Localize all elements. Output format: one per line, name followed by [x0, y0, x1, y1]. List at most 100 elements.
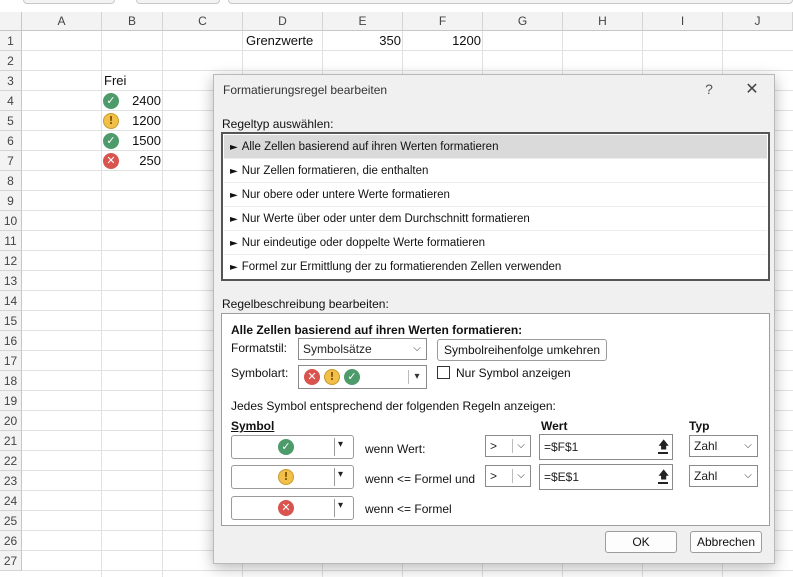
row-header[interactable]: 1 [0, 31, 22, 51]
collapse-dialog-icon[interactable]: 🡅 [658, 467, 669, 484]
ruletype-item[interactable]: ► Nur eindeutige oder doppelte Werte form… [224, 231, 767, 255]
column-header[interactable]: F [403, 12, 483, 31]
rule-symbol-select[interactable]: ! ▾ [231, 465, 354, 489]
column-header[interactable]: G [483, 12, 563, 31]
desc-heading: Alle Zellen basierend auf ihren Werten f… [231, 323, 523, 337]
divider [334, 438, 335, 456]
check-icon: ✓ [278, 439, 294, 455]
collapse-dialog-icon[interactable]: 🡅 [658, 437, 669, 454]
ribbon-tab-stub[interactable] [228, 0, 793, 4]
ruletype-label-text: Nur Werte über oder unter dem Durchschni… [241, 213, 530, 225]
ruletype-item[interactable]: ► Alle Zellen basierend auf ihren Werten … [224, 135, 767, 159]
rule-symbol-select[interactable]: ✕ ▾ [231, 496, 354, 520]
row-header[interactable]: 21 [0, 431, 22, 451]
cell-b5[interactable]: 1200 [122, 111, 161, 131]
rule-type-value: Zahl [694, 439, 718, 453]
rule-value-input[interactable]: =$E$1 🡅 [539, 464, 673, 490]
row-header[interactable]: 18 [0, 371, 22, 391]
rule-operator-select[interactable]: > ⌵ [485, 435, 531, 457]
row-header[interactable]: 25 [0, 511, 22, 531]
row-header[interactable]: 12 [0, 251, 22, 271]
ok-button[interactable]: OK [605, 531, 677, 553]
rule-symbol-select[interactable]: ✓ ▾ [231, 435, 354, 459]
column-header[interactable]: B [102, 12, 163, 31]
row-header[interactable]: 7 [0, 151, 22, 171]
cross-icon: ✕ [304, 369, 320, 385]
rule-condition: wenn <= Formel [365, 502, 452, 516]
ribbon-tab-stub[interactable] [23, 0, 115, 4]
rule-type-value: Zahl [694, 469, 718, 483]
row-header[interactable]: 9 [0, 191, 22, 211]
arrow-right-icon: ► [230, 238, 238, 249]
row-header[interactable]: 8 [0, 171, 22, 191]
col-typ-header: Typ [689, 419, 710, 433]
ruletype-item[interactable]: ► Nur Zellen formatieren, die enthalten [224, 159, 767, 183]
chevron-down-icon: ⌵ [744, 470, 752, 481]
row-header[interactable]: 22 [0, 451, 22, 471]
row-header[interactable]: 17 [0, 351, 22, 371]
exclamation-icon: ! [324, 369, 340, 385]
check-icon: ✓ [344, 369, 360, 385]
cell-b4[interactable]: 2400 [122, 91, 161, 111]
reverse-order-button[interactable]: Symbolreihenfolge umkehren [437, 339, 607, 361]
col-symbol-header: Symbol [231, 419, 275, 433]
row-header[interactable]: 20 [0, 411, 22, 431]
row-header[interactable]: 4 [0, 91, 22, 111]
arrow-right-icon: ► [230, 142, 238, 153]
help-icon[interactable]: ? [701, 81, 717, 97]
row-header[interactable]: 23 [0, 471, 22, 491]
row-header[interactable]: 3 [0, 71, 22, 91]
ruletype-item[interactable]: ► Nur obere oder untere Werte formatieren [224, 183, 767, 207]
column-header[interactable]: E [323, 12, 403, 31]
symbolart-select[interactable]: ✕ ! ✓ ▾ [298, 365, 427, 389]
row-header[interactable]: 11 [0, 231, 22, 251]
chevron-down-icon: ⌵ [517, 470, 525, 481]
cell-b3[interactable]: Frei [104, 71, 126, 91]
dialog-title: Formatierungsregel bearbeiten [223, 83, 388, 97]
ruletype-item[interactable]: ► Formel zur Ermittlung der zu formatiere… [224, 255, 767, 279]
cell-f1[interactable]: 1200 [403, 31, 481, 51]
cell-e1[interactable]: 350 [323, 31, 401, 51]
gridline [22, 70, 793, 71]
close-icon[interactable]: ✕ [742, 79, 762, 98]
rule-value-input[interactable]: =$F$1 🡅 [539, 434, 673, 460]
ruletype-label: Regeltyp auswählen: [222, 117, 334, 131]
rule-operator-select[interactable]: > ⌵ [485, 465, 531, 487]
only-symbol-label: Nur Symbol anzeigen [456, 366, 571, 380]
column-header[interactable]: H [563, 12, 643, 31]
row-header[interactable]: 27 [0, 551, 22, 571]
formatstil-select[interactable]: Symbolsätze ⌵ [298, 338, 427, 360]
row-header[interactable]: 13 [0, 271, 22, 291]
rule-operator-value: > [490, 469, 498, 483]
cell-d1[interactable]: Grenzwerte [246, 31, 313, 51]
row-header[interactable]: 10 [0, 211, 22, 231]
row-header[interactable]: 6 [0, 131, 22, 151]
row-header[interactable]: 16 [0, 331, 22, 351]
row-header[interactable]: 26 [0, 531, 22, 551]
rule-type-select[interactable]: Zahl ⌵ [689, 435, 758, 457]
row-header[interactable]: 24 [0, 491, 22, 511]
column-header[interactable]: C [163, 12, 243, 31]
ribbon-tab-stub[interactable] [136, 0, 220, 4]
only-symbol-checkbox[interactable] [437, 366, 450, 379]
ruletype-item[interactable]: ► Nur Werte über oder unter dem Durchschn… [224, 207, 767, 231]
row-header[interactable]: 19 [0, 391, 22, 411]
column-header[interactable]: D [243, 12, 323, 31]
column-header[interactable]: J [723, 12, 793, 31]
row-header[interactable]: 15 [0, 311, 22, 331]
exclamation-icon: ! [103, 113, 119, 129]
row-header[interactable]: 2 [0, 51, 22, 71]
formatstil-label: Formatstil: [231, 341, 288, 355]
cancel-button[interactable]: Abbrechen [690, 531, 762, 553]
row-header[interactable]: 14 [0, 291, 22, 311]
cell-b6[interactable]: 1500 [122, 131, 161, 151]
row-header[interactable]: 5 [0, 111, 22, 131]
column-header[interactable]: I [643, 12, 723, 31]
cell-b7[interactable]: 250 [122, 151, 161, 171]
rule-type-select[interactable]: Zahl ⌵ [689, 465, 758, 487]
column-header[interactable]: A [22, 12, 102, 31]
ruletype-label-text: Nur obere oder untere Werte formatieren [241, 189, 450, 201]
arrow-right-icon: ► [230, 262, 238, 273]
desc-label: Regelbeschreibung bearbeiten: [222, 297, 389, 311]
select-all-corner[interactable] [0, 12, 22, 31]
